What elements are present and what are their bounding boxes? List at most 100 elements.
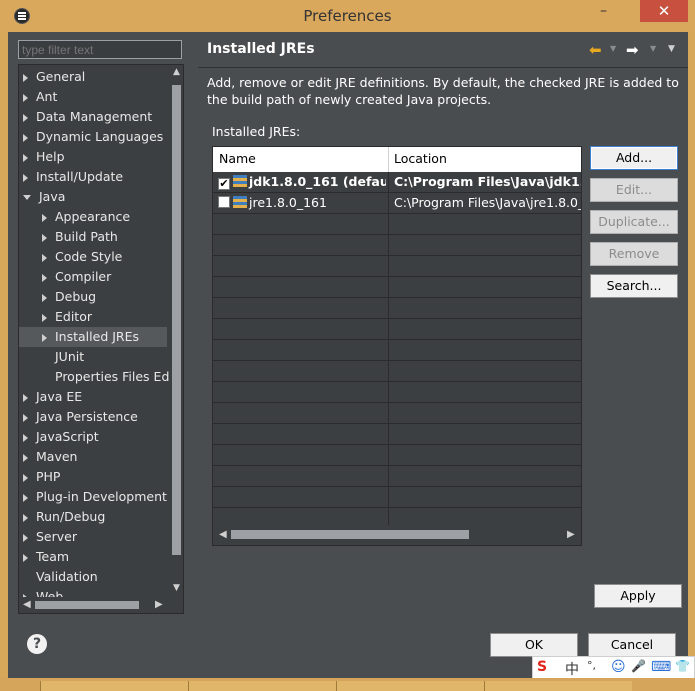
tree-item[interactable]: JavaScript xyxy=(19,427,99,447)
tree-item[interactable]: Java xyxy=(19,187,65,207)
collapsed-arrow-icon[interactable] xyxy=(23,533,28,542)
cancel-button[interactable]: Cancel xyxy=(588,633,676,657)
view-menu-icon[interactable]: ▼ xyxy=(668,44,675,54)
taskbar-item[interactable] xyxy=(336,681,484,691)
help-icon[interactable]: ? xyxy=(27,634,47,654)
tree-item[interactable]: Ant xyxy=(19,87,57,107)
add-button[interactable]: Add... xyxy=(590,146,678,170)
collapsed-arrow-icon[interactable] xyxy=(42,313,47,322)
tree-item[interactable]: Plug-in Development xyxy=(19,487,167,507)
scroll-right-icon[interactable]: ▶ xyxy=(155,597,163,613)
collapsed-arrow-icon[interactable] xyxy=(42,233,47,242)
column-header-name[interactable]: Name xyxy=(219,151,256,166)
tree-item[interactable]: Java EE xyxy=(19,387,82,407)
table-row[interactable]: jre1.8.0_161 C:\Program Files\Java\jre1.8… xyxy=(213,193,581,214)
tree-item[interactable]: Compiler xyxy=(19,267,111,287)
apply-button[interactable]: Apply xyxy=(594,584,682,608)
forward-arrow-icon[interactable]: ➡ xyxy=(626,41,639,59)
collapsed-arrow-icon[interactable] xyxy=(23,513,28,522)
unchecked-checkbox[interactable] xyxy=(218,196,230,208)
scroll-left-icon[interactable]: ◀ xyxy=(219,525,227,545)
collapsed-arrow-icon[interactable] xyxy=(42,273,47,282)
tree-item[interactable]: Run/Debug xyxy=(19,507,105,527)
tree-item[interactable]: Debug xyxy=(19,287,96,307)
minimize-button[interactable]: – xyxy=(600,4,612,18)
collapsed-arrow-icon[interactable] xyxy=(23,433,28,442)
scroll-down-icon[interactable]: ▼ xyxy=(172,581,181,595)
collapsed-arrow-icon[interactable] xyxy=(23,133,28,142)
collapsed-arrow-icon[interactable] xyxy=(23,413,28,422)
collapsed-arrow-icon[interactable] xyxy=(23,453,28,462)
skin-icon[interactable]: 👕 xyxy=(675,659,690,673)
table-row[interactable]: ✔ jdk1.8.0_161 (defaul... C:\Program Files… xyxy=(213,172,581,193)
tree-item[interactable]: Editor xyxy=(19,307,92,327)
remove-button[interactable]: Remove xyxy=(590,242,678,266)
scroll-right-icon[interactable]: ▶ xyxy=(567,525,575,545)
tree-item[interactable]: Validation xyxy=(19,567,98,587)
tree-vertical-scrollbar[interactable]: ▲ ▼ xyxy=(169,65,183,595)
scroll-left-icon[interactable]: ◀ xyxy=(23,597,31,613)
scroll-up-icon[interactable]: ▲ xyxy=(172,65,181,79)
collapsed-arrow-icon[interactable] xyxy=(42,213,47,222)
back-arrow-icon[interactable]: ⬅ xyxy=(589,41,602,59)
forward-dropdown-icon[interactable]: ▼ xyxy=(650,44,656,53)
tree-item[interactable]: Java Persistence xyxy=(19,407,138,427)
tree-item[interactable]: Appearance xyxy=(19,207,130,227)
tree-hscroll-thumb[interactable] xyxy=(35,601,139,609)
filter-input[interactable] xyxy=(18,40,182,59)
table-scroll-thumb[interactable] xyxy=(231,530,469,539)
tree-item[interactable]: Server xyxy=(19,527,77,547)
tree-item[interactable]: Code Style xyxy=(19,247,122,267)
collapsed-arrow-icon[interactable] xyxy=(23,153,28,162)
tree-item[interactable]: JUnit xyxy=(19,347,84,367)
collapsed-arrow-icon[interactable] xyxy=(23,73,28,82)
column-divider[interactable] xyxy=(388,147,389,172)
collapsed-arrow-icon[interactable] xyxy=(23,93,28,102)
edit-button[interactable]: Edit... xyxy=(590,178,678,202)
collapsed-arrow-icon[interactable] xyxy=(23,553,28,562)
collapsed-arrow-icon[interactable] xyxy=(42,253,47,262)
tree-item-label: Appearance xyxy=(55,209,131,224)
table-horizontal-scrollbar[interactable]: ◀ ▶ xyxy=(213,525,581,545)
tree-item[interactable]: Maven xyxy=(19,447,77,467)
collapsed-arrow-icon[interactable] xyxy=(23,173,28,182)
collapsed-arrow-icon[interactable] xyxy=(23,493,28,502)
tree-item-label: Installed JREs xyxy=(55,329,140,344)
tree-scroll-thumb[interactable] xyxy=(172,85,181,555)
taskbar-item[interactable] xyxy=(40,681,188,691)
tree-item[interactable]: Build Path xyxy=(19,227,118,247)
tree-item[interactable]: Team xyxy=(19,547,69,567)
tree-item[interactable]: Data Management xyxy=(19,107,152,127)
expanded-arrow-icon[interactable] xyxy=(23,195,31,200)
tree-item[interactable]: Properties Files Ed xyxy=(19,367,169,387)
collapsed-arrow-icon[interactable] xyxy=(42,333,47,342)
tree-item[interactable]: General xyxy=(19,67,85,87)
tree-item[interactable]: Installed JREs xyxy=(19,327,167,347)
collapsed-arrow-icon[interactable] xyxy=(23,113,28,122)
tree-item[interactable]: Help xyxy=(19,147,65,167)
collapsed-arrow-icon[interactable] xyxy=(42,293,47,302)
duplicate-button[interactable]: Duplicate... xyxy=(590,210,678,234)
tree-item[interactable]: PHP xyxy=(19,467,60,487)
sogou-logo-icon[interactable]: S xyxy=(537,659,547,675)
search-button[interactable]: Search... xyxy=(590,274,678,298)
ime-language-toggle[interactable]: 中 xyxy=(565,659,579,679)
taskbar-item[interactable] xyxy=(188,681,336,691)
taskbar-item[interactable] xyxy=(484,681,632,691)
collapsed-arrow-icon[interactable] xyxy=(23,473,28,482)
emoji-icon[interactable]: ☺ xyxy=(611,659,626,675)
keyboard-icon[interactable]: ⌨ xyxy=(651,659,671,675)
tree-horizontal-scrollbar[interactable]: ◀ ▶ xyxy=(19,597,169,613)
tree-item[interactable]: Install/Update xyxy=(19,167,123,187)
tree-item-label: Debug xyxy=(55,289,97,304)
checked-checkbox[interactable]: ✔ xyxy=(218,178,230,190)
ok-button[interactable]: OK xyxy=(490,633,578,657)
close-button[interactable]: ✕ xyxy=(640,0,688,22)
microphone-icon[interactable]: 🎤 xyxy=(631,659,646,673)
jre-library-icon xyxy=(233,175,247,187)
punctuation-toggle-icon[interactable]: °, xyxy=(587,659,596,672)
collapsed-arrow-icon[interactable] xyxy=(23,393,28,402)
tree-item[interactable]: Dynamic Languages xyxy=(19,127,163,147)
back-dropdown-icon[interactable]: ▼ xyxy=(610,44,616,53)
column-header-location[interactable]: Location xyxy=(394,151,447,166)
